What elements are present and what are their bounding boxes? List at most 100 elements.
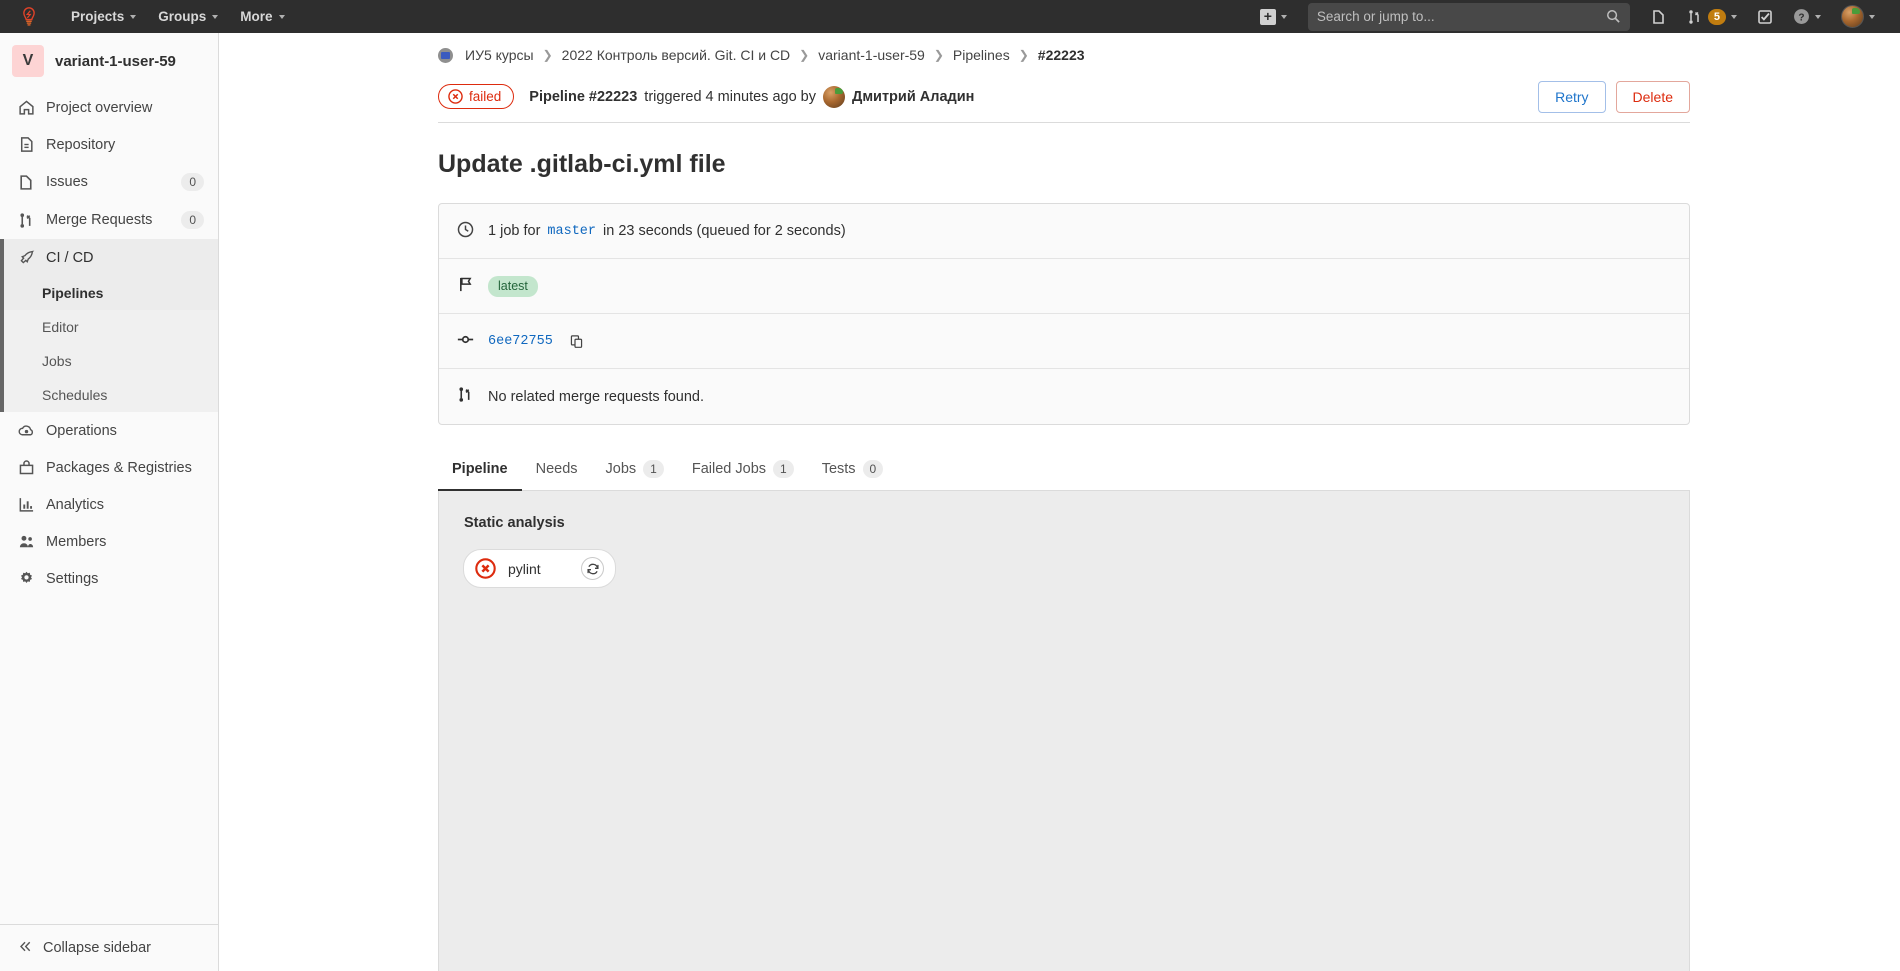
sidebar-item-merge-requests[interactable]: Merge Requests 0 xyxy=(0,201,218,239)
pipeline-info-card: 1 job for master in 23 seconds (queued f… xyxy=(438,203,1690,425)
tab-jobs[interactable]: Jobs 1 xyxy=(592,449,678,491)
tab-pipeline[interactable]: Pipeline xyxy=(438,449,522,491)
commit-sha-link[interactable]: 6ee72755 xyxy=(488,334,553,349)
x-circle-icon xyxy=(448,89,463,104)
status-badge[interactable]: failed xyxy=(438,84,514,109)
pipeline-actions: Retry Delete xyxy=(1538,81,1690,113)
nav-item-projects[interactable]: Projects xyxy=(60,0,147,33)
nav-item-groups[interactable]: Groups xyxy=(147,0,229,33)
sidebar-item-repository[interactable]: Repository xyxy=(0,126,218,163)
pipeline-merge-requests-row: No related merge requests found. xyxy=(439,369,1689,424)
merge-requests-count-badge: 5 xyxy=(1708,9,1726,25)
users-icon xyxy=(18,533,35,550)
sidebar-secondary-list: Operations Packages & Registries Analyti… xyxy=(0,412,218,597)
delete-button[interactable]: Delete xyxy=(1616,81,1690,113)
no-merge-requests-text: No related merge requests found. xyxy=(488,389,704,405)
sidebar-subitem-pipelines[interactable]: Pipelines xyxy=(4,276,218,310)
copy-icon[interactable] xyxy=(567,332,586,351)
home-icon xyxy=(18,99,35,116)
branch-ref-link[interactable]: master xyxy=(547,224,596,239)
nav-groups-label: Groups xyxy=(158,9,206,24)
chevron-down-icon xyxy=(1815,15,1821,19)
sidebar-subitem-editor[interactable]: Editor xyxy=(4,310,218,344)
merge-request-icon xyxy=(457,386,474,407)
chevron-down-icon xyxy=(1869,15,1875,19)
pipeline-triggered-text: triggered 4 minutes ago by xyxy=(644,89,816,105)
retry-button[interactable]: Retry xyxy=(1538,81,1605,113)
breadcrumb-item-group[interactable]: ИУ5 курсы xyxy=(465,47,534,63)
pipeline-graph: Static analysis pylint xyxy=(438,491,1690,971)
tab-label: Jobs xyxy=(606,461,637,477)
document-icon xyxy=(18,136,35,153)
project-sidebar: V variant-1-user-59 Project overview Rep… xyxy=(0,33,219,971)
sidebar-label: Analytics xyxy=(46,497,104,513)
sidebar-item-issues[interactable]: Issues 0 xyxy=(0,163,218,201)
top-navigation-bar: Projects Groups More + xyxy=(0,0,1900,33)
svg-text:?: ? xyxy=(1798,12,1804,23)
gitlab-logo-icon[interactable] xyxy=(16,4,42,30)
x-circle-icon xyxy=(475,558,496,579)
breadcrumb-item-pipelines[interactable]: Pipelines xyxy=(953,47,1010,63)
tab-failed-jobs[interactable]: Failed Jobs 1 xyxy=(678,449,808,491)
breadcrumb-item-current[interactable]: #22223 xyxy=(1038,47,1085,63)
tab-label: Tests xyxy=(822,461,856,477)
sidebar-item-ci-cd[interactable]: CI / CD xyxy=(0,239,218,276)
pipeline-trigger-info: Pipeline #22223 triggered 4 minutes ago … xyxy=(529,86,974,108)
pipeline-author-name[interactable]: Дмитрий Аладин xyxy=(852,89,974,105)
sidebar-item-packages-registries[interactable]: Packages & Registries xyxy=(0,449,218,486)
global-search-box[interactable] xyxy=(1308,3,1630,31)
pipeline-reference: Pipeline #22223 xyxy=(529,89,637,105)
chevron-down-icon xyxy=(1281,15,1287,19)
group-avatar-icon xyxy=(438,48,453,63)
help-nav-button[interactable]: ? xyxy=(1784,3,1830,30)
merge-requests-count-badge: 0 xyxy=(181,211,204,229)
sidebar-label: Operations xyxy=(46,423,117,439)
sidebar-item-members[interactable]: Members xyxy=(0,523,218,560)
cloud-gear-icon xyxy=(18,422,35,439)
top-nav-right-group: + 5 xyxy=(1251,0,1884,33)
plus-icon: + xyxy=(1260,9,1276,25)
breadcrumb-separator-icon: ❯ xyxy=(543,48,553,62)
user-menu-button[interactable] xyxy=(1832,0,1884,33)
pipeline-tag-row: latest xyxy=(439,259,1689,314)
chevron-down-icon xyxy=(130,15,136,19)
issues-count-badge: 0 xyxy=(181,173,204,191)
double-chevron-left-icon xyxy=(18,939,33,958)
rocket-icon xyxy=(18,249,35,266)
breadcrumb-item-project[interactable]: variant-1-user-59 xyxy=(818,47,925,63)
sidebar-item-operations[interactable]: Operations xyxy=(0,412,218,449)
sidebar-label: Packages & Registries xyxy=(46,460,192,476)
breadcrumb-item-subgroup[interactable]: 2022 Контроль версий. Git. CI и CD xyxy=(562,47,791,63)
merge-requests-nav-button[interactable]: 5 xyxy=(1678,4,1746,30)
search-container xyxy=(1308,3,1630,31)
sidebar-item-analytics[interactable]: Analytics xyxy=(0,486,218,523)
tab-tests[interactable]: Tests 0 xyxy=(808,449,898,491)
package-icon xyxy=(18,459,35,476)
status-badge-label: failed xyxy=(469,89,501,104)
sidebar-item-project-overview[interactable]: Project overview xyxy=(0,89,218,126)
duration-prefix: 1 job for xyxy=(488,223,540,239)
create-new-button[interactable]: + xyxy=(1251,4,1296,30)
sidebar-project-header[interactable]: V variant-1-user-59 xyxy=(0,33,218,89)
sidebar-item-settings[interactable]: Settings xyxy=(0,560,218,597)
breadcrumb: ИУ5 курсы ❯ 2022 Контроль версий. Git. C… xyxy=(438,33,1690,71)
tab-needs[interactable]: Needs xyxy=(522,449,592,491)
chevron-down-icon xyxy=(1731,15,1737,19)
commit-icon xyxy=(457,331,474,352)
chevron-down-icon xyxy=(212,15,218,19)
search-input[interactable] xyxy=(1317,9,1621,24)
project-avatar: V xyxy=(12,45,44,77)
pipeline-status-header: failed Pipeline #22223 triggered 4 minut… xyxy=(438,71,1690,123)
merge-request-icon xyxy=(18,212,35,229)
tab-label: Failed Jobs xyxy=(692,461,766,477)
retry-icon[interactable] xyxy=(581,557,604,580)
flag-icon xyxy=(457,276,474,297)
sidebar-subitem-jobs[interactable]: Jobs xyxy=(4,344,218,378)
nav-item-more[interactable]: More xyxy=(229,0,295,33)
breadcrumb-separator-icon: ❯ xyxy=(799,48,809,62)
issues-nav-button[interactable] xyxy=(1642,4,1676,30)
todos-nav-button[interactable] xyxy=(1748,4,1782,30)
sidebar-subitem-schedules[interactable]: Schedules xyxy=(4,378,218,412)
collapse-sidebar-button[interactable]: Collapse sidebar xyxy=(0,924,218,971)
job-card-pylint[interactable]: pylint xyxy=(463,549,616,588)
